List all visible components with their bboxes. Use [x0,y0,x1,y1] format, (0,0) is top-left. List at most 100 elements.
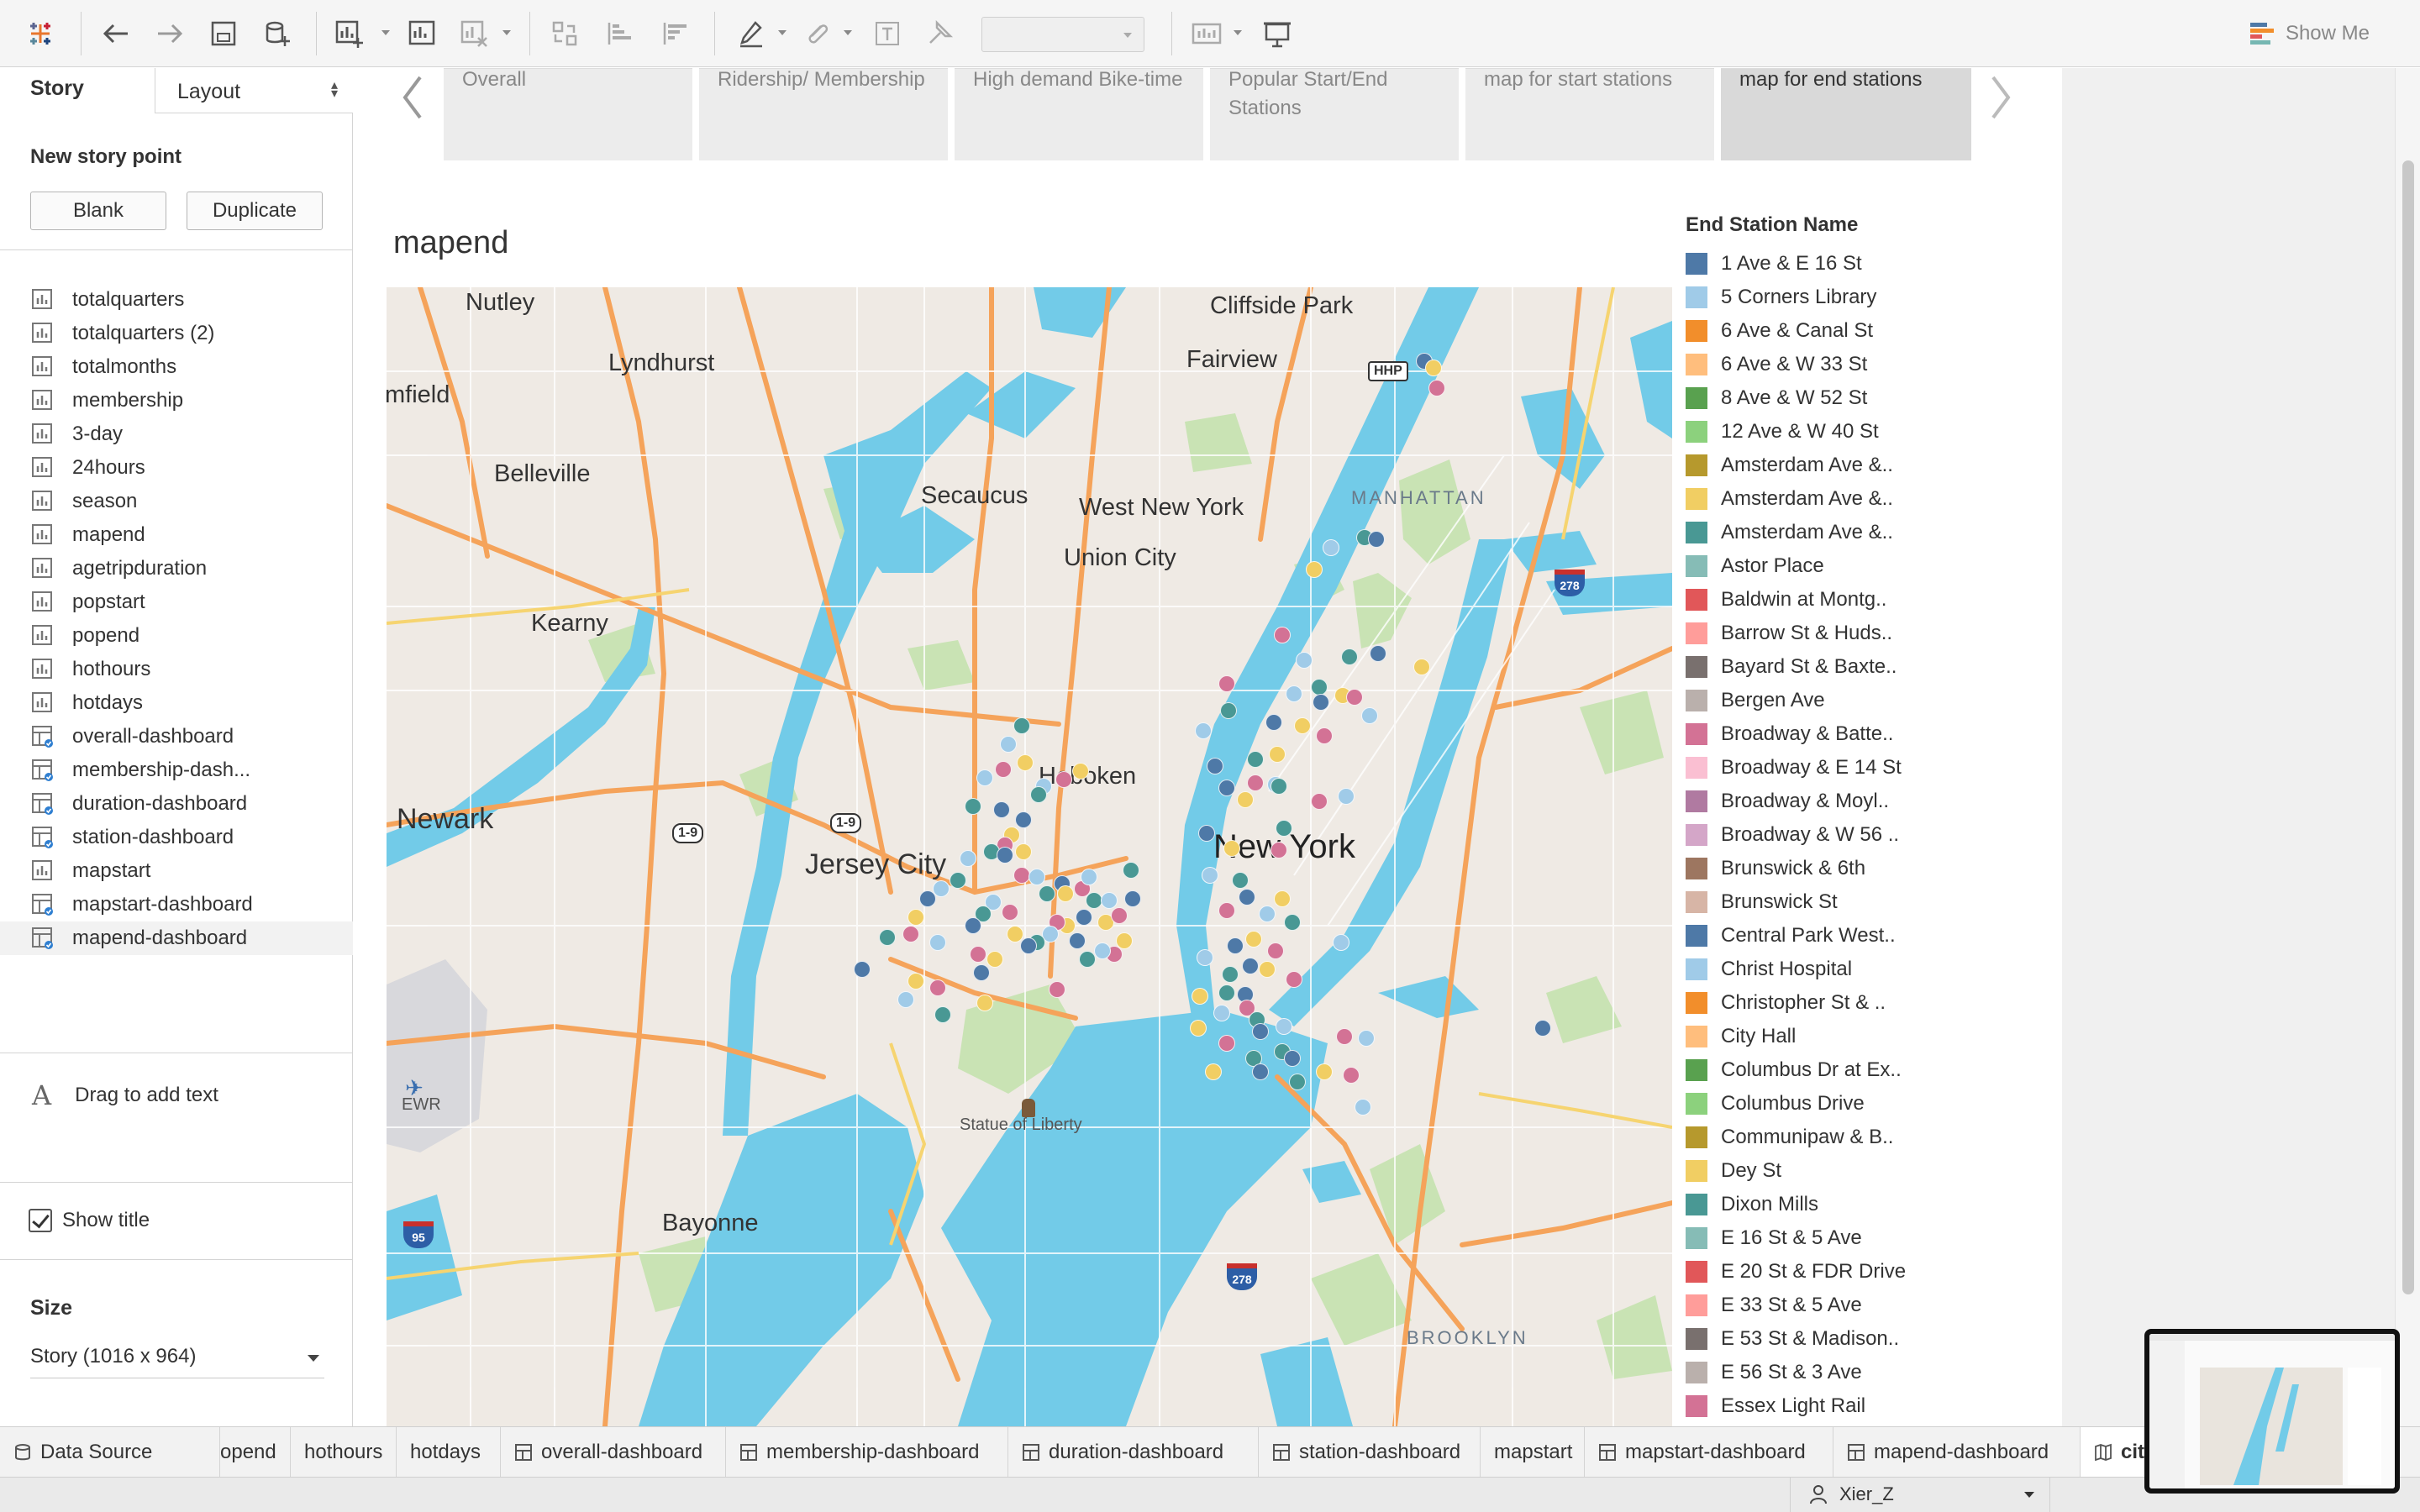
legend-item[interactable]: Broadway & Batte.. [1686,717,1904,751]
legend-item[interactable]: Dey St [1686,1154,1904,1188]
station-mark[interactable] [995,761,1012,778]
station-mark[interactable] [1428,380,1445,396]
station-mark[interactable] [1218,902,1235,919]
sheet-item[interactable]: mapstart-dashboard [0,888,353,921]
sheet-item[interactable]: overall-dashboard [0,720,353,753]
station-mark[interactable] [976,769,993,786]
legend-item[interactable]: City Hall [1686,1020,1904,1053]
duplicate-button[interactable]: Duplicate [187,192,323,230]
legend-item[interactable]: Amsterdam Ave &.. [1686,449,1904,482]
tab-mapstart-dashboard[interactable]: mapstart-dashboard [1585,1427,1833,1477]
station-mark[interactable] [1346,689,1363,706]
station-mark[interactable] [1213,1005,1230,1021]
station-mark[interactable] [1123,862,1139,879]
legend-item[interactable]: 6 Ave & W 33 St [1686,348,1904,381]
tab-duration-dashboard[interactable]: duration-dashboard [1008,1427,1259,1477]
station-mark[interactable] [1218,675,1235,692]
station-mark[interactable] [973,964,990,981]
sheet-item[interactable]: membership [0,384,353,417]
story-point-map-end[interactable]: map for end stations [1721,68,1971,160]
station-mark[interactable] [1081,869,1097,885]
fit-select[interactable] [981,17,1144,52]
station-mark[interactable] [1076,909,1092,926]
station-mark[interactable] [1190,1020,1207,1037]
station-mark[interactable] [1247,774,1264,791]
new-worksheet-icon[interactable] [331,12,368,55]
legend-item[interactable]: Columbus Dr at Ex.. [1686,1053,1904,1087]
legend-item[interactable]: Central Park West.. [1686,919,1904,953]
station-mark[interactable] [1007,926,1023,942]
legend-item[interactable]: Columbus Drive [1686,1087,1904,1121]
station-mark[interactable] [1336,1028,1353,1045]
show-title-checkbox[interactable]: Show title [29,1209,150,1232]
tab-station-dashboard[interactable]: station-dashboard [1259,1427,1481,1477]
legend-item[interactable]: Communipaw & B.. [1686,1121,1904,1154]
station-mark[interactable] [1534,1020,1551,1037]
legend-item[interactable]: 1 Ave & E 16 St [1686,247,1904,281]
station-mark[interactable] [1218,1035,1235,1052]
station-mark[interactable] [1252,1063,1269,1080]
story-point-high-demand[interactable]: High demand Bike-time [955,68,1203,160]
station-map[interactable]: Nutley Cliffside Park Lyndhurst Fairview… [387,287,1672,1426]
vertical-scrollbar[interactable] [2395,68,2420,1426]
sheet-item[interactable]: agetripduration [0,552,353,585]
new-dashboard-icon[interactable] [403,12,440,55]
save-icon[interactable] [205,12,242,55]
sheet-item[interactable]: totalquarters [0,283,353,317]
station-mark[interactable] [919,890,936,907]
station-mark[interactable] [1049,981,1065,998]
station-mark[interactable] [1202,867,1218,884]
tab-popend[interactable]: opend [220,1427,291,1477]
station-mark[interactable] [929,979,946,996]
color-legend[interactable]: End Station Name 1 Ave & E 16 St 5 Corner… [1686,213,1906,1423]
next-story-point-icon[interactable] [1986,72,2015,123]
station-mark[interactable] [1276,820,1292,837]
station-mark[interactable] [1259,906,1276,922]
station-mark[interactable] [1111,907,1128,924]
legend-item[interactable]: E 56 St & 3 Ave [1686,1356,1904,1389]
station-mark[interactable] [1000,736,1017,753]
legend-item[interactable]: Brunswick St [1686,885,1904,919]
legend-item[interactable]: Barrow St & Huds.. [1686,617,1904,650]
scroll-thumb[interactable] [2402,160,2414,1294]
redo-icon[interactable] [150,12,190,55]
station-mark[interactable] [1192,988,1208,1005]
station-mark[interactable] [1274,627,1291,643]
station-mark[interactable] [1323,539,1339,556]
station-mark[interactable] [1413,659,1430,675]
tab-data-source[interactable]: Data Source [0,1427,220,1477]
station-mark[interactable] [1057,885,1074,902]
station-mark[interactable] [1284,1050,1301,1067]
station-mark[interactable] [965,798,981,815]
station-mark[interactable] [1296,652,1313,669]
station-mark[interactable] [1223,840,1240,857]
station-mark[interactable] [960,850,976,867]
blank-button[interactable]: Blank [30,192,166,230]
station-mark[interactable] [1425,360,1442,376]
legend-item[interactable]: 8 Ave & W 52 St [1686,381,1904,415]
station-mark[interactable] [1286,971,1302,988]
presentation-icon[interactable] [1257,12,1297,55]
station-mark[interactable] [1242,958,1259,974]
station-mark[interactable] [1124,890,1141,907]
station-mark[interactable] [1286,685,1302,702]
station-mark[interactable] [1218,780,1235,796]
station-mark[interactable] [970,946,986,963]
station-mark[interactable] [1222,966,1239,983]
station-mark[interactable] [1015,811,1032,828]
station-mark[interactable] [1247,751,1264,768]
station-mark[interactable] [1015,843,1032,860]
station-mark[interactable] [1361,707,1378,724]
station-mark[interactable] [1265,714,1282,731]
station-mark[interactable] [1267,942,1284,959]
station-mark[interactable] [1013,867,1030,884]
sheet-item[interactable]: mapstart [0,854,353,888]
station-mark[interactable] [934,1006,951,1023]
station-mark[interactable] [993,801,1010,818]
story-tab[interactable]: Story [30,76,84,101]
station-mark[interactable] [1270,778,1287,795]
size-select[interactable]: Story (1016 x 964) [30,1345,324,1378]
station-mark[interactable] [1055,771,1072,788]
sheet-item[interactable]: popend [0,619,353,653]
sheet-item[interactable]: hothours [0,653,353,686]
